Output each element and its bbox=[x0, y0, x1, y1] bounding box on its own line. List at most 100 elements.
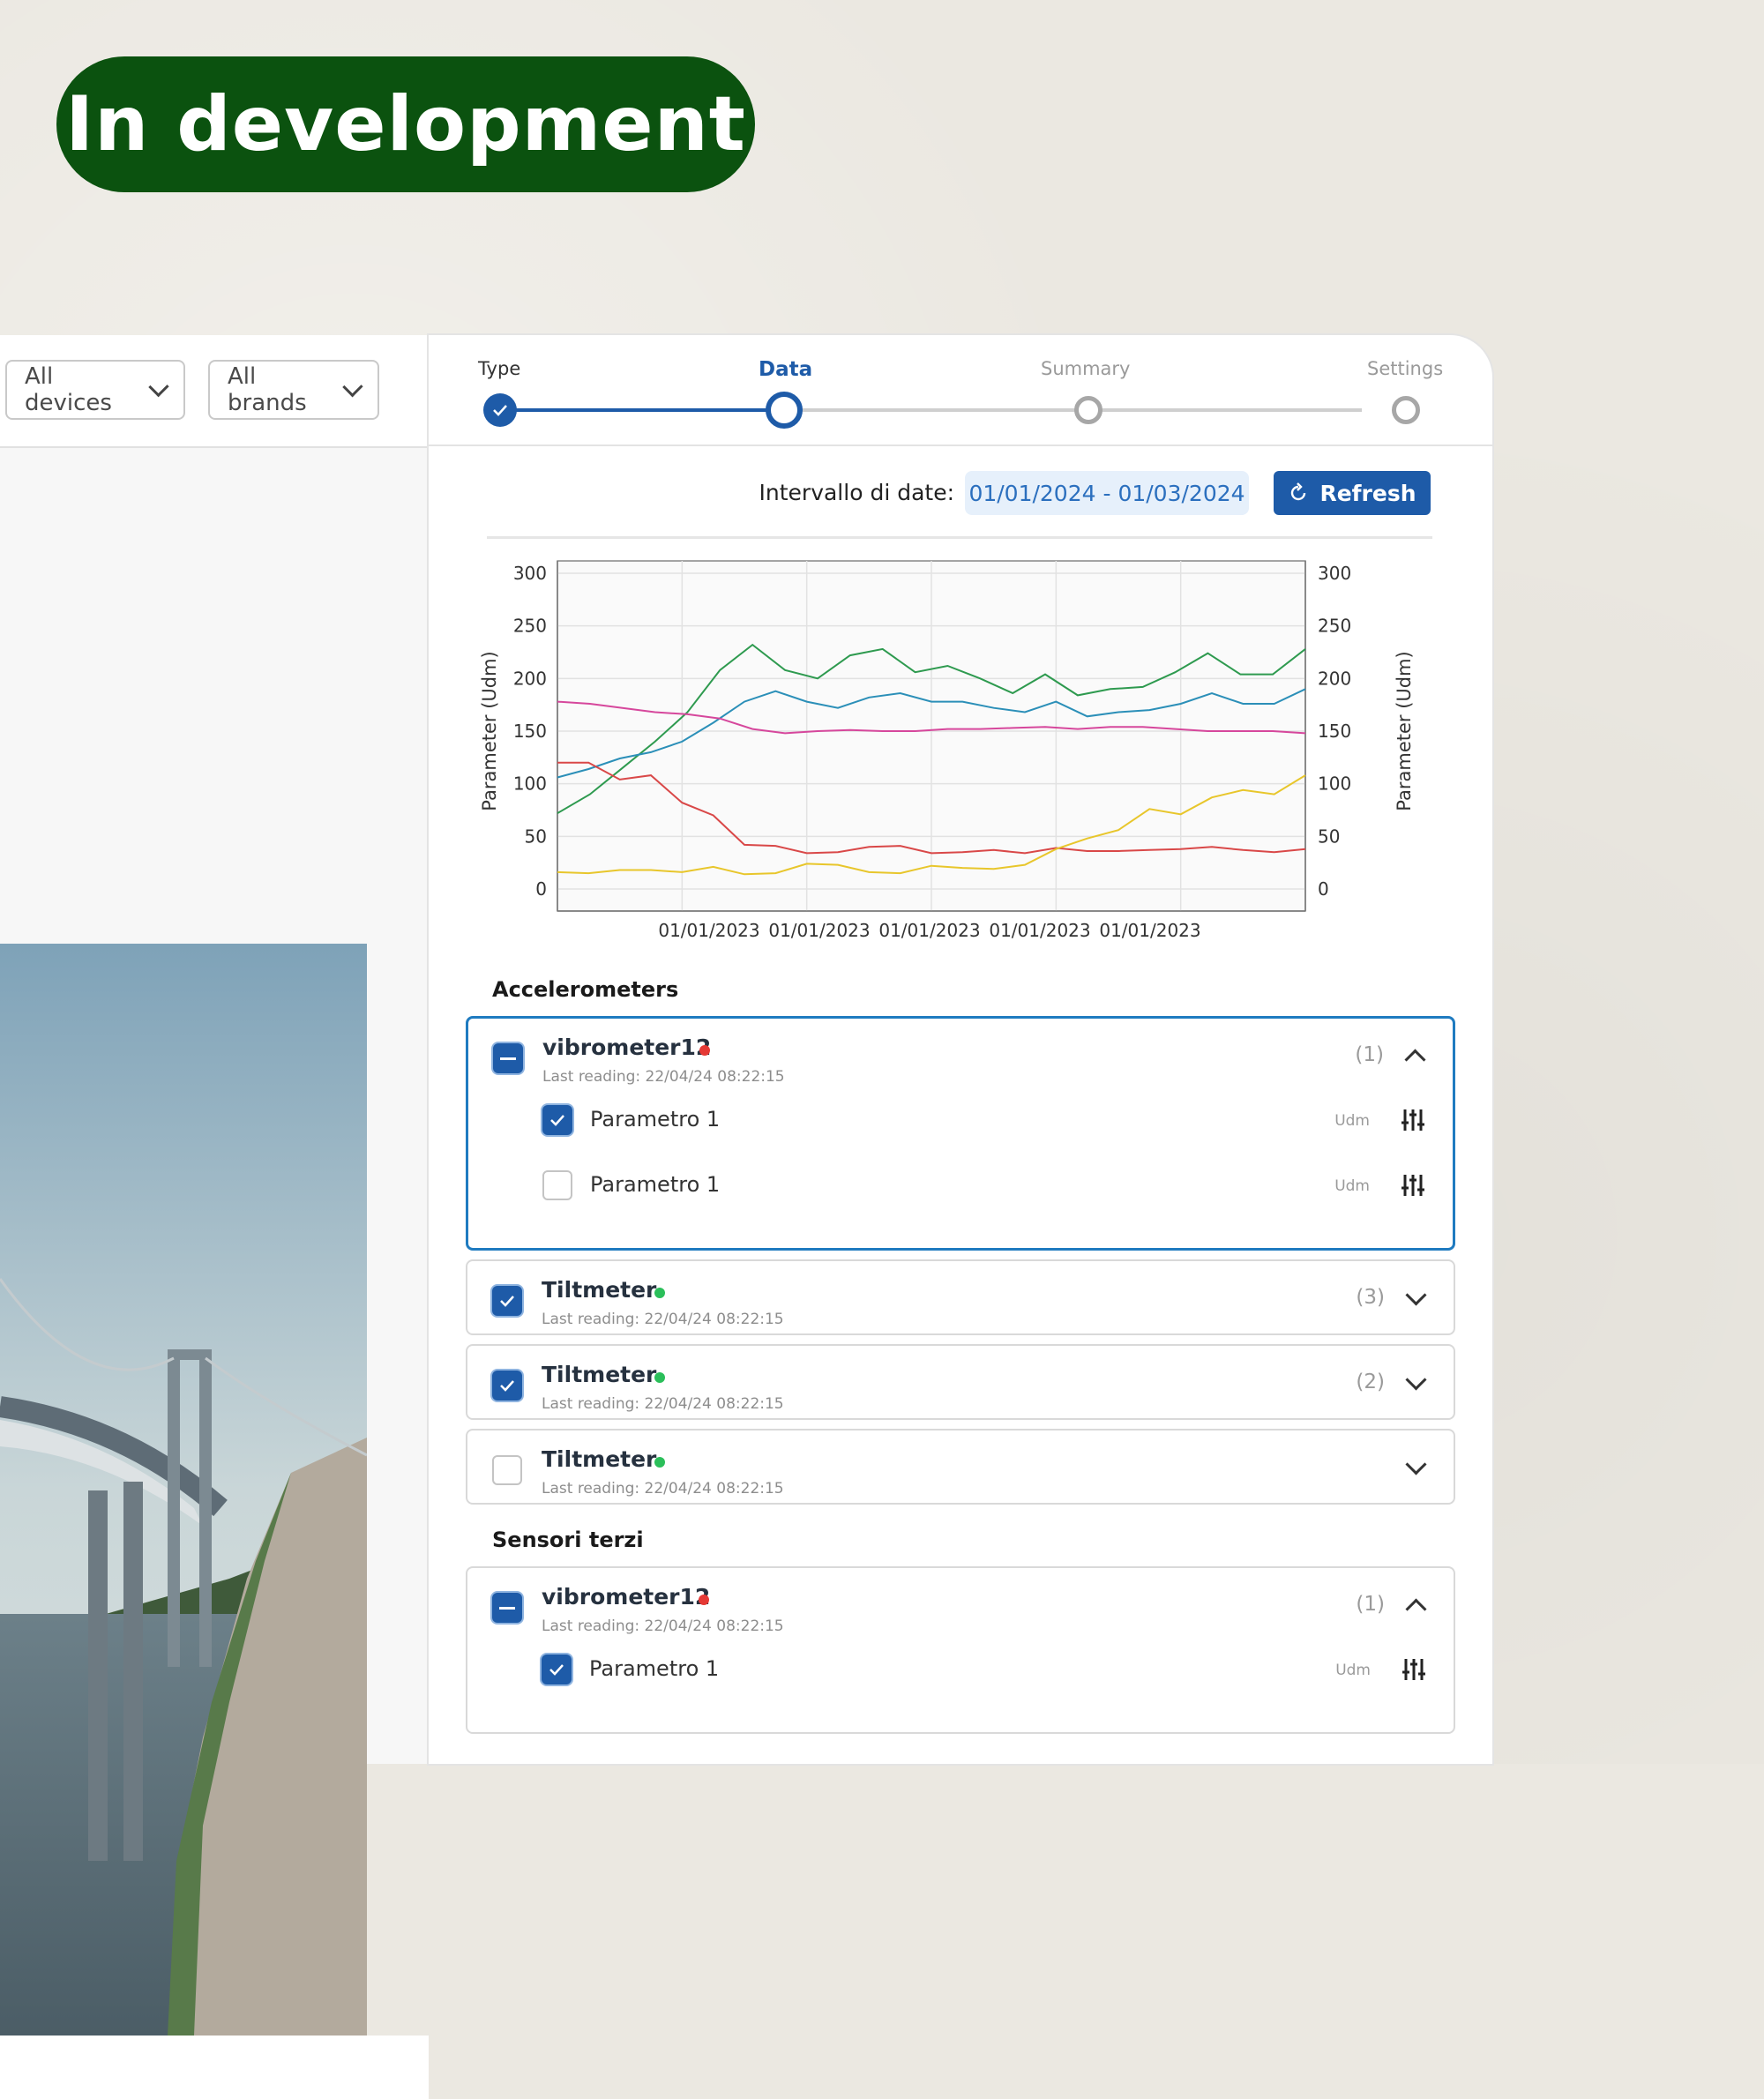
device-name: Tiltmeter bbox=[542, 1362, 657, 1387]
parameter-checkbox[interactable] bbox=[542, 1105, 572, 1135]
step-type-dot[interactable] bbox=[483, 393, 517, 427]
step-settings-dot[interactable] bbox=[1392, 396, 1420, 424]
y-axis-label-right: Parameter (Udm) bbox=[1394, 651, 1415, 810]
left-panel: All devices All brands bbox=[0, 335, 429, 2099]
filter-bar: All devices All brands bbox=[0, 335, 429, 448]
status-dot bbox=[654, 1288, 665, 1298]
chevron-down-icon[interactable] bbox=[1405, 1369, 1427, 1391]
parameter-checkbox[interactable] bbox=[542, 1170, 572, 1200]
step-data-label: Data bbox=[759, 358, 813, 381]
line-chart: 0 0 50 50 100 100 150 150 200 200 250 250 300 300 01/0… bbox=[464, 543, 1469, 949]
step-summary-label: Summary bbox=[1041, 358, 1131, 379]
date-range-label: Intervallo di date: bbox=[759, 480, 954, 505]
parameter-settings-button[interactable] bbox=[1400, 1107, 1426, 1133]
step-summary-dot[interactable] bbox=[1074, 396, 1102, 424]
section-title: Accelerometers bbox=[492, 977, 679, 1002]
status-dot bbox=[699, 1045, 710, 1056]
x-tick-label: 01/01/2023 bbox=[658, 920, 759, 941]
in-development-badge: In development bbox=[56, 56, 755, 192]
left-footer bbox=[0, 2036, 429, 2099]
y-tick-label-left: 150 bbox=[513, 721, 547, 742]
last-reading: Last reading: 22/04/24 08:22:15 bbox=[542, 1395, 784, 1413]
chart-svg: 0 0 50 50 100 100 150 150 200 200 250 250 300 300 01/0… bbox=[479, 560, 1415, 941]
chevron-down-icon[interactable] bbox=[1405, 1453, 1427, 1475]
status-dot bbox=[654, 1372, 665, 1383]
device-card: Tiltmeter Last reading: 22/04/24 08:22:15… bbox=[466, 1259, 1455, 1335]
y-tick-label-right: 150 bbox=[1318, 721, 1351, 742]
chevron-up-icon[interactable] bbox=[1405, 1598, 1427, 1620]
device-name: vibrometer12 bbox=[542, 1584, 711, 1610]
device-name: Tiltmeter bbox=[542, 1277, 657, 1303]
bridge-photo bbox=[0, 944, 367, 2036]
step-type-label: Type bbox=[478, 358, 521, 379]
y-tick-label-right: 250 bbox=[1318, 616, 1351, 637]
section-title: Sensori terzi bbox=[492, 1528, 644, 1552]
chevron-down-icon bbox=[342, 376, 363, 397]
device-card: vibrometer12 Last reading: 22/04/24 08:22… bbox=[466, 1016, 1455, 1251]
step-connector-done bbox=[505, 408, 781, 412]
x-tick-label: 01/01/2023 bbox=[1099, 920, 1200, 941]
check-icon bbox=[549, 1664, 564, 1676]
parameter-name: Parametro 1 bbox=[590, 1107, 721, 1132]
device-card: Tiltmeter Last reading: 22/04/24 08:22:15 bbox=[466, 1429, 1455, 1505]
y-tick-label-left: 300 bbox=[513, 563, 547, 584]
device-checkbox[interactable] bbox=[492, 1455, 522, 1485]
sliders-icon bbox=[1401, 1109, 1424, 1131]
y-tick-label-left: 200 bbox=[513, 668, 547, 689]
step-data-dot[interactable] bbox=[766, 392, 803, 429]
device-checkbox[interactable] bbox=[492, 1371, 522, 1401]
chevron-down-icon bbox=[148, 376, 169, 397]
last-reading: Last reading: 22/04/24 08:22:15 bbox=[542, 1480, 784, 1498]
status-dot bbox=[699, 1595, 709, 1605]
device-card: Tiltmeter Last reading: 22/04/24 08:22:15… bbox=[466, 1344, 1455, 1420]
refresh-label: Refresh bbox=[1319, 480, 1416, 506]
chevron-down-icon[interactable] bbox=[1405, 1284, 1427, 1306]
check-icon bbox=[493, 405, 507, 416]
brands-dropdown[interactable]: All brands bbox=[208, 360, 379, 420]
parameter-settings-button[interactable] bbox=[1401, 1656, 1427, 1683]
date-range-row: Intervallo di date: 01/01/2024 - 01/03/2… bbox=[429, 471, 1492, 517]
brands-dropdown-label: All brands bbox=[228, 363, 307, 416]
parameter-unit: Udm bbox=[1335, 1662, 1371, 1679]
devices-dropdown[interactable]: All devices bbox=[5, 360, 185, 420]
status-dot bbox=[654, 1457, 665, 1468]
param-count: (1) bbox=[1356, 1593, 1385, 1616]
sliders-icon bbox=[1401, 1175, 1424, 1196]
chevron-up-icon[interactable] bbox=[1404, 1049, 1426, 1071]
parameter-unit: Udm bbox=[1334, 1112, 1370, 1130]
x-tick-label: 01/01/2023 bbox=[768, 920, 870, 941]
device-card: vibrometer12 Last reading: 22/04/24 08:22… bbox=[466, 1566, 1455, 1734]
device-name: vibrometer12 bbox=[542, 1035, 712, 1060]
y-tick-label-right: 100 bbox=[1318, 773, 1351, 795]
device-name: Tiltmeter bbox=[542, 1446, 657, 1472]
date-range-field[interactable]: 01/01/2024 - 01/03/2024 bbox=[965, 471, 1249, 515]
parameter-settings-button[interactable] bbox=[1400, 1172, 1426, 1199]
y-tick-label-right: 300 bbox=[1318, 563, 1351, 584]
check-icon bbox=[500, 1380, 514, 1392]
y-axis-label-left: Parameter (Udm) bbox=[479, 651, 500, 810]
param-count: (1) bbox=[1355, 1043, 1384, 1066]
x-tick-label: 01/01/2023 bbox=[878, 920, 980, 941]
refresh-icon bbox=[1291, 482, 1306, 501]
check-icon bbox=[550, 1115, 564, 1126]
parameter-checkbox[interactable] bbox=[542, 1655, 572, 1684]
device-checkbox[interactable] bbox=[493, 1043, 523, 1073]
y-tick-label-left: 100 bbox=[513, 773, 547, 795]
device-checkbox[interactable] bbox=[492, 1593, 522, 1623]
param-count: (3) bbox=[1356, 1286, 1385, 1309]
x-tick-label: 01/01/2023 bbox=[989, 920, 1090, 941]
divider bbox=[487, 536, 1432, 539]
refresh-button[interactable]: Refresh bbox=[1274, 471, 1431, 515]
sliders-icon bbox=[1402, 1659, 1425, 1680]
y-tick-label-left: 250 bbox=[513, 616, 547, 637]
y-tick-label-left: 50 bbox=[525, 825, 547, 847]
parameter-name: Parametro 1 bbox=[590, 1172, 721, 1197]
param-count: (2) bbox=[1356, 1371, 1385, 1393]
device-checkbox[interactable] bbox=[492, 1286, 522, 1316]
step-settings-label: Settings bbox=[1367, 358, 1444, 379]
devices-dropdown-label: All devices bbox=[25, 363, 112, 416]
check-icon bbox=[500, 1296, 514, 1307]
last-reading: Last reading: 22/04/24 08:22:15 bbox=[542, 1068, 785, 1086]
step-connector-pending bbox=[783, 408, 1362, 412]
last-reading: Last reading: 22/04/24 08:22:15 bbox=[542, 1311, 784, 1328]
